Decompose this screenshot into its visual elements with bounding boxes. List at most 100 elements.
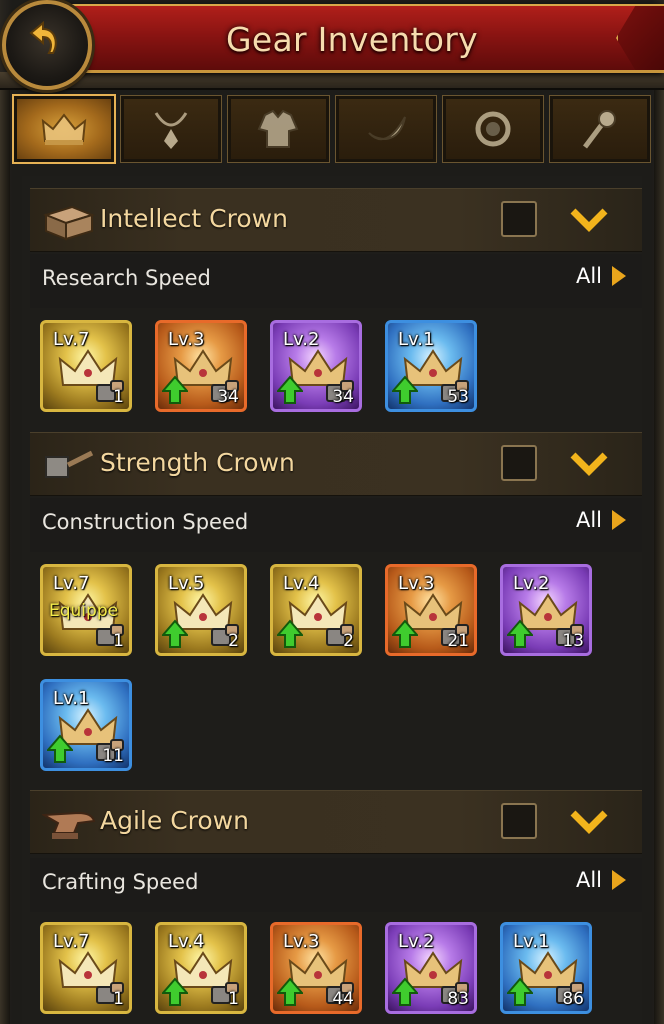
gear-item[interactable]: Lv.7 Equippe 1 (40, 564, 132, 656)
item-count: 1 (113, 387, 124, 407)
armor-icon (258, 109, 299, 148)
item-count: 11 (102, 746, 124, 766)
back-button[interactable] (2, 0, 92, 90)
chevron-right-icon (612, 266, 626, 286)
all-link[interactable]: All (576, 264, 628, 288)
frame-right-edge (654, 86, 664, 1024)
gear-item[interactable]: Lv.4 1 (155, 922, 247, 1014)
equipped-label: Equippe (49, 601, 119, 621)
item-level: Lv.1 (53, 688, 90, 709)
item-level: Lv.1 (513, 931, 550, 952)
all-label: All (575, 264, 602, 288)
upgrade-arrow-icon (507, 977, 533, 1006)
gear-item[interactable]: Lv.5 2 (155, 564, 247, 656)
item-count: 13 (562, 631, 584, 651)
upgrade-arrow-icon (277, 619, 303, 648)
gear-item[interactable]: Lv.3 21 (385, 564, 477, 656)
upgrade-arrow-icon (507, 619, 533, 648)
tab-armor[interactable] (227, 95, 330, 163)
section-header-agile-crown: Agile Crown (30, 790, 642, 854)
chevron-down-icon[interactable] (570, 451, 608, 477)
all-link[interactable]: All (576, 868, 628, 892)
gear-item[interactable]: Lv.1 53 (385, 320, 477, 412)
gear-item[interactable]: Lv.3 44 (270, 922, 362, 1014)
all-link[interactable]: All (576, 508, 628, 532)
gear-item[interactable]: Lv.7 1 (40, 320, 132, 412)
item-level: Lv.3 (168, 329, 205, 350)
attribute-label: Research Speed (42, 266, 211, 290)
item-level: Lv.3 (398, 573, 435, 594)
all-label: All (575, 508, 602, 532)
item-count: 2 (228, 631, 239, 651)
gear-item[interactable]: Lv.3 34 (155, 320, 247, 412)
back-arrow-icon (29, 20, 57, 54)
section-title: Intellect Crown (100, 204, 288, 233)
item-level: Lv.4 (168, 931, 205, 952)
bracelet-icon (367, 116, 406, 141)
item-count: 1 (228, 989, 239, 1009)
hammer-icon (45, 450, 94, 478)
upgrade-arrow-icon (277, 977, 303, 1006)
page-title: Gear Inventory (226, 20, 478, 59)
item-count: 2 (343, 631, 354, 651)
necklace-icon (154, 112, 188, 149)
item-level: Lv.7 (53, 573, 90, 594)
item-count: 83 (447, 989, 469, 1009)
item-level: Lv.2 (398, 931, 435, 952)
crown-icon (41, 113, 87, 145)
item-count: 44 (332, 989, 354, 1009)
anvil-icon (42, 811, 96, 839)
select-all-checkbox[interactable] (501, 803, 537, 839)
all-label: All (575, 868, 602, 892)
tab-bracelet[interactable] (334, 95, 437, 163)
item-count: 34 (332, 387, 354, 407)
select-all-checkbox[interactable] (501, 201, 537, 237)
attribute-label: Construction Speed (42, 510, 249, 534)
item-level: Lv.3 (283, 931, 320, 952)
item-level: Lv.1 (398, 329, 435, 350)
ring-icon (475, 111, 511, 147)
frame-left-edge (0, 86, 10, 1024)
gear-item[interactable]: Lv.2 83 (385, 922, 477, 1014)
chevron-down-icon[interactable] (570, 207, 608, 233)
item-count: 1 (113, 631, 124, 651)
gear-item[interactable]: Lv.4 2 (270, 564, 362, 656)
scepter-icon (582, 110, 616, 149)
item-level: Lv.2 (283, 329, 320, 350)
section-title: Agile Crown (100, 806, 249, 835)
upgrade-arrow-icon (392, 977, 418, 1006)
item-count: 53 (447, 387, 469, 407)
tab-ring[interactable] (441, 95, 544, 163)
upgrade-arrow-icon (162, 619, 188, 648)
tab-necklace[interactable] (120, 95, 223, 163)
item-count: 1 (113, 989, 124, 1009)
item-count: 21 (447, 631, 469, 651)
tab-scepter[interactable] (548, 95, 652, 163)
chevron-right-icon (612, 510, 626, 530)
section-title: Strength Crown (100, 448, 295, 477)
gear-item[interactable]: Lv.2 34 (270, 320, 362, 412)
section-header-strength-crown: Strength Crown (30, 432, 642, 496)
item-level: Lv.2 (513, 573, 550, 594)
tab-crown[interactable] (11, 94, 117, 164)
book-icon (42, 205, 96, 241)
upgrade-arrow-icon (392, 619, 418, 648)
gear-item[interactable]: Lv.7 1 (40, 922, 132, 1014)
upgrade-arrow-icon (392, 375, 418, 404)
item-count: 86 (562, 989, 584, 1009)
category-tabs (11, 94, 652, 166)
item-level: Lv.7 (53, 931, 90, 952)
chevron-down-icon[interactable] (570, 809, 608, 835)
upgrade-arrow-icon (277, 375, 303, 404)
item-count: 34 (217, 387, 239, 407)
item-level: Lv.4 (283, 573, 320, 594)
attribute-row: Crafting Speed All (30, 858, 642, 912)
gear-item[interactable]: Lv.2 13 (500, 564, 592, 656)
gear-item[interactable]: Lv.1 86 (500, 922, 592, 1014)
item-level: Lv.7 (53, 329, 90, 350)
item-level: Lv.5 (168, 573, 205, 594)
gear-list: Intellect Crown Research Speed All Lv.7 1… (22, 176, 642, 1024)
upgrade-arrow-icon (47, 734, 73, 763)
gear-item[interactable]: Lv.1 11 (40, 679, 132, 771)
select-all-checkbox[interactable] (501, 445, 537, 481)
